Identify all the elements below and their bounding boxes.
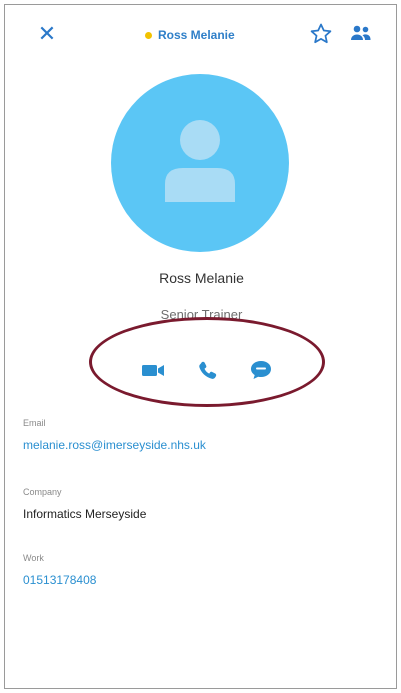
header-title: Ross Melanie [145,25,235,45]
contact-name: Ross Melanie [159,270,244,286]
email-link[interactable]: melanie.ross@imerseyside.nhs.uk [23,438,206,452]
annotation-ellipse [89,317,325,407]
avatar [111,74,289,252]
contact-title: Ross Melanie [158,28,235,42]
person-placeholder-icon [165,120,235,202]
work-phone-label: Work [23,553,44,563]
company-label: Company [23,487,62,497]
work-phone-link[interactable]: 01513178408 [23,573,96,587]
company-value: Informatics Merseyside [23,507,147,521]
top-bar: ✕ Ross Melanie [5,5,396,65]
presence-status-dot [145,31,152,39]
email-label: Email [23,418,46,428]
close-icon[interactable]: ✕ [35,22,59,46]
people-icon[interactable] [348,22,374,46]
star-outline-icon[interactable] [308,21,334,47]
contact-card: ✕ Ross Melanie Ross Melanie Senior Train… [4,4,397,689]
